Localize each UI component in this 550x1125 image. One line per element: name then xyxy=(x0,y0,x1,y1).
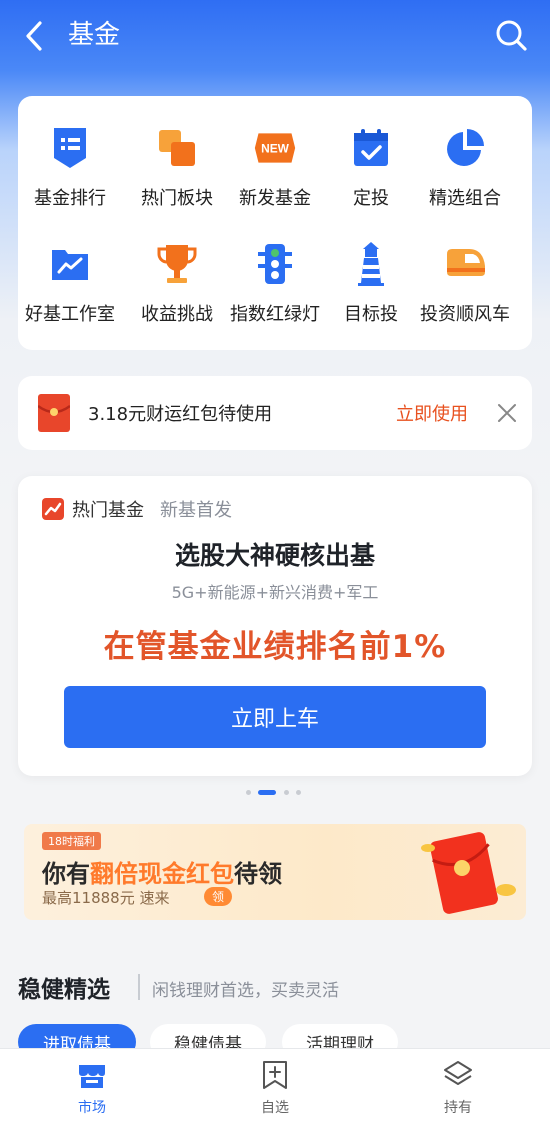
menu-item-fund-ranking[interactable]: 基金排行 xyxy=(15,126,125,226)
menu-item-label: 投资顺风车 xyxy=(420,304,510,325)
trend-badge-icon xyxy=(42,498,64,520)
board-now-button[interactable]: 立即上车 xyxy=(64,686,486,748)
search-icon xyxy=(496,20,527,51)
close-icon xyxy=(498,404,516,422)
menu-item-new-fund[interactable]: NEW 新发基金 xyxy=(220,126,330,226)
new-badge-icon: NEW xyxy=(253,126,297,170)
train-icon xyxy=(443,242,487,286)
coupon-notice-card[interactable]: 3.18元财运红包待使用 立即使用 xyxy=(18,376,532,450)
menu-item-label: 目标投 xyxy=(344,304,398,325)
carousel-dot xyxy=(246,790,251,795)
coupon-message: 3.18元财运红包待使用 xyxy=(88,404,273,425)
feature-menu-card: 基金排行 热门板块 NEW 新发基金 定投 精选组合 好基工作室 收益挑战 指数… xyxy=(18,96,532,350)
hot-sector-icon xyxy=(155,126,199,170)
traffic-light-icon xyxy=(253,242,297,286)
cash-red-packet-banner[interactable]: 18时福利 你有翻倍现金红包待领 最高11888元 速来 领 xyxy=(24,824,526,920)
page-title: 基金 xyxy=(68,20,121,50)
menu-item-hot-sector[interactable]: 热门板块 xyxy=(122,126,232,226)
fund-promo-card: 热门基金 新基首发 选股大神硬核出基 5G+新能源+新兴消费+军工 在管基金业绩… xyxy=(18,476,532,776)
menu-item-label: 基金排行 xyxy=(34,188,106,209)
menu-item-label: 指数红绿灯 xyxy=(230,304,320,325)
menu-item-selected-portfolio[interactable]: 精选组合 xyxy=(410,126,520,226)
menu-item-index-traffic-light[interactable]: 指数红绿灯 xyxy=(220,242,330,342)
section-divider xyxy=(138,974,140,1000)
menu-item-return-challenge[interactable]: 收益挑战 xyxy=(122,242,232,342)
menu-item-label: 定投 xyxy=(353,188,389,209)
menu-item-fund-studio[interactable]: 好基工作室 xyxy=(15,242,125,342)
svg-text:NEW: NEW xyxy=(261,142,290,156)
red-envelope-illustration xyxy=(421,832,516,914)
lighthouse-icon xyxy=(349,242,393,286)
trophy-icon xyxy=(155,242,199,286)
pie-chart-icon xyxy=(443,126,487,170)
banner-subtitle: 最高11888元 速来 xyxy=(42,889,170,907)
tab-market[interactable]: 市场 xyxy=(52,1059,132,1121)
carousel-indicator[interactable] xyxy=(246,788,306,796)
top-bar: 基金 xyxy=(0,0,550,72)
tab-watchlist[interactable]: 自选 xyxy=(235,1059,315,1121)
carousel-dot xyxy=(284,790,289,795)
menu-item-label: 精选组合 xyxy=(429,188,501,209)
search-button[interactable] xyxy=(494,18,528,52)
red-packet-icon xyxy=(37,394,71,432)
trend-folder-icon xyxy=(48,242,92,286)
close-button[interactable] xyxy=(496,402,518,424)
back-arrow-icon xyxy=(26,21,42,51)
layers-icon xyxy=(444,1061,472,1085)
tab-label: 市场 xyxy=(78,1100,106,1116)
carousel-dot xyxy=(296,790,301,795)
menu-item-label: 热门板块 xyxy=(141,188,213,209)
promo-tag: 热门基金 xyxy=(72,500,144,521)
promo-tag-subtitle: 新基首发 xyxy=(160,500,232,521)
back-button[interactable] xyxy=(18,18,50,54)
tab-holdings[interactable]: 持有 xyxy=(418,1059,498,1121)
section-subtitle: 闲钱理财首选，买卖灵活 xyxy=(152,981,339,1001)
menu-item-label: 好基工作室 xyxy=(25,304,115,325)
tab-label: 持有 xyxy=(444,1100,472,1116)
use-now-link[interactable]: 立即使用 xyxy=(396,400,468,426)
section-title: 稳健精选 xyxy=(18,977,110,1003)
banner-badge: 18时福利 xyxy=(42,832,101,850)
store-icon xyxy=(79,1065,105,1088)
banner-title: 你有翻倍现金红包待领 xyxy=(42,860,282,888)
add-bookmark-icon xyxy=(263,1061,287,1089)
tab-label: 自选 xyxy=(261,1100,289,1116)
menu-item-investment-ride[interactable]: 投资顺风车 xyxy=(410,242,520,342)
promo-highlight: 在管基金业绩排名前1% xyxy=(103,629,447,665)
promo-title: 选股大神硬核出基 xyxy=(174,541,375,570)
ranking-list-icon xyxy=(48,126,92,170)
menu-item-label: 收益挑战 xyxy=(141,304,213,325)
claim-pill[interactable]: 领 xyxy=(204,887,233,906)
menu-item-label: 新发基金 xyxy=(239,188,311,209)
carousel-dot-active xyxy=(258,790,276,795)
bottom-tab-bar: 市场 自选 持有 xyxy=(0,1048,550,1125)
promo-subtitle: 5G+新能源+新兴消费+军工 xyxy=(171,583,379,602)
calendar-check-icon xyxy=(349,126,393,170)
